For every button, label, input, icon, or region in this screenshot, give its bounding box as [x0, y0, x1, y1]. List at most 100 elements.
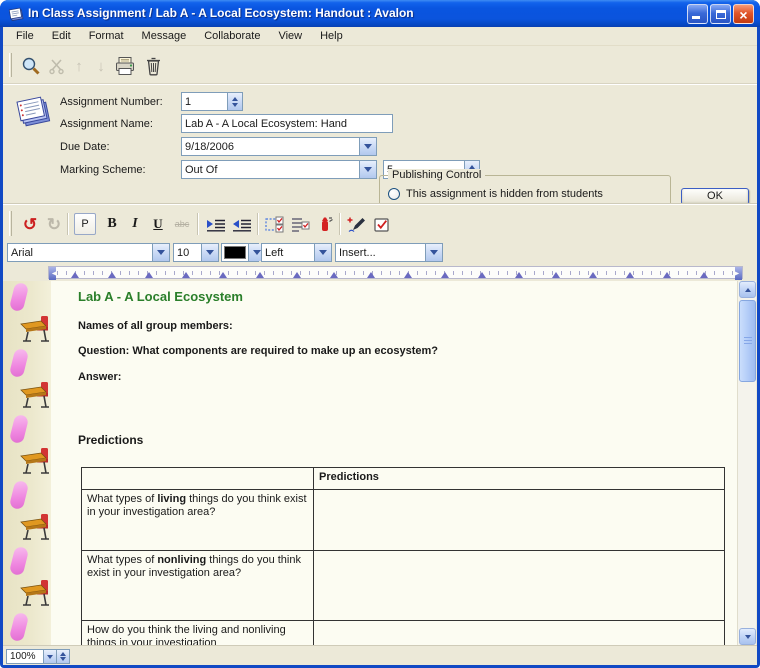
chevron-down-icon[interactable] [152, 244, 169, 261]
chevron-down-icon[interactable] [359, 138, 376, 155]
maximize-button[interactable] [710, 4, 731, 24]
answer-cell[interactable] [314, 490, 724, 550]
chevron-down-icon[interactable] [425, 244, 442, 261]
editor-toolbar: ↺ ↻ P B I U abc [3, 205, 757, 242]
due-date-combo[interactable]: 9/18/2006 [181, 137, 377, 156]
ruler-tab-marker[interactable] [404, 272, 412, 278]
menu-file[interactable]: File [7, 28, 43, 44]
header-cell-empty[interactable] [82, 468, 314, 489]
document-editor[interactable]: Lab A - A Local Ecosystem Names of all g… [3, 281, 737, 645]
ruler-tab-marker[interactable] [330, 272, 338, 278]
table-header-row: Predictions [82, 468, 724, 490]
question-cell[interactable]: What types of nonliving things do you th… [82, 551, 314, 620]
chevron-down-icon[interactable] [43, 650, 56, 663]
navigate-down-icon[interactable]: ↓ [89, 54, 113, 78]
ruler-tab-marker[interactable] [293, 272, 301, 278]
scrollbar-thumb[interactable] [739, 300, 756, 382]
right-margin-marker[interactable] [735, 267, 742, 280]
add-annotation-pen-icon[interactable] [346, 213, 368, 235]
stepper-arrows-icon[interactable] [227, 93, 242, 110]
ruler-tab-marker[interactable] [663, 272, 671, 278]
menu-collaborate[interactable]: Collaborate [195, 28, 269, 44]
font-size-combo[interactable]: 10 [173, 243, 219, 262]
bold-button[interactable]: B [101, 213, 123, 235]
left-margin-marker[interactable] [49, 267, 56, 280]
undo-icon[interactable]: ↺ [19, 213, 41, 235]
alignment-combo[interactable]: Left [261, 243, 332, 262]
predictions-heading: Predictions [78, 433, 143, 447]
zoom-control[interactable]: 100% [6, 649, 70, 664]
marker-pen-icon[interactable] [315, 213, 337, 235]
stepper-arrows-icon[interactable] [56, 650, 69, 663]
ruler-tab-marker[interactable] [256, 272, 264, 278]
italic-button[interactable]: I [124, 213, 146, 235]
toolbar-grip[interactable] [9, 211, 12, 236]
chevron-down-icon[interactable] [314, 244, 331, 261]
marking-scheme-label: Marking Scheme: [60, 164, 146, 176]
document-content[interactable]: Lab A - A Local Ecosystem Names of all g… [51, 281, 737, 645]
ruler-tab-marker[interactable] [182, 272, 190, 278]
scroll-down-button[interactable] [739, 628, 756, 645]
underline-button[interactable]: U [147, 213, 169, 235]
indent-increase-icon[interactable] [205, 213, 227, 235]
close-button[interactable]: × [733, 4, 754, 24]
radio-unselected-icon[interactable] [388, 188, 400, 200]
ruler-tab-marker[interactable] [700, 272, 708, 278]
minimize-button[interactable] [687, 4, 708, 24]
ruler-tab-marker[interactable] [71, 272, 79, 278]
ruler-tab-marker[interactable] [626, 272, 634, 278]
indent-decrease-icon[interactable] [231, 213, 253, 235]
menu-help[interactable]: Help [311, 28, 352, 44]
ruler-tab-marker[interactable] [478, 272, 486, 278]
menu-edit[interactable]: Edit [43, 28, 80, 44]
clear-formatting-button[interactable]: abc [171, 213, 193, 235]
ruler-tab-marker[interactable] [552, 272, 560, 278]
menu-message[interactable]: Message [133, 28, 196, 44]
paragraph-style-button[interactable]: P [74, 213, 96, 235]
ruler-tab-marker[interactable] [589, 272, 597, 278]
margin-decoration [3, 479, 51, 545]
title-bar[interactable]: In Class Assignment / Lab A - A Local Ec… [0, 0, 760, 27]
ruler-tab-marker[interactable] [108, 272, 116, 278]
assignment-number-stepper[interactable]: 1 [181, 92, 243, 111]
header-cell-predictions[interactable]: Predictions [314, 468, 724, 489]
question-cell[interactable]: What types of living things do you think… [82, 490, 314, 550]
insert-combo[interactable]: Insert... [335, 243, 443, 262]
assignment-name-input[interactable]: Lab A - A Local Ecosystem: Hand [181, 114, 393, 133]
font-color-combo[interactable] [221, 243, 259, 262]
eraser-icon [9, 348, 29, 379]
delete-trash-icon[interactable] [141, 54, 165, 78]
chevron-down-icon[interactable] [201, 244, 218, 261]
search-icon[interactable] [19, 54, 43, 78]
select-marked-icon[interactable] [264, 213, 286, 235]
font-family-combo[interactable]: Arial [7, 243, 170, 262]
toolbar-grip[interactable] [9, 53, 12, 77]
checkbox-checked-icon[interactable] [371, 213, 393, 235]
redo-icon[interactable]: ↻ [43, 213, 65, 235]
print-icon[interactable] [113, 54, 137, 78]
ruler-tab-marker[interactable] [441, 272, 449, 278]
zoom-value: 100% [7, 651, 43, 662]
radio-hidden-option[interactable]: This assignment is hidden from students [388, 188, 603, 200]
navigate-up-icon[interactable]: ↑ [67, 54, 91, 78]
list-marked-icon[interactable] [290, 213, 312, 235]
menu-format[interactable]: Format [80, 28, 133, 44]
eraser-icon [9, 546, 29, 577]
answer-cell[interactable] [314, 551, 724, 620]
marking-scheme-combo[interactable]: Out Of [181, 160, 377, 179]
ruler-tab-marker[interactable] [515, 272, 523, 278]
publishing-control-legend: Publishing Control [388, 169, 485, 181]
vertical-scrollbar[interactable] [737, 281, 756, 645]
scissors-icon[interactable] [45, 54, 69, 78]
ruler-strip[interactable] [48, 266, 743, 279]
question-line: Question: What components are required t… [78, 345, 438, 357]
question-cell[interactable]: How do you think the living and nonlivin… [82, 621, 314, 645]
chevron-down-icon[interactable] [359, 161, 376, 178]
ruler-tab-marker[interactable] [145, 272, 153, 278]
ruler-tab-marker[interactable] [219, 272, 227, 278]
margin-decoration [3, 545, 51, 611]
ruler-tab-marker[interactable] [367, 272, 375, 278]
menu-view[interactable]: View [269, 28, 311, 44]
answer-cell[interactable] [314, 621, 724, 645]
scroll-up-button[interactable] [739, 281, 756, 298]
